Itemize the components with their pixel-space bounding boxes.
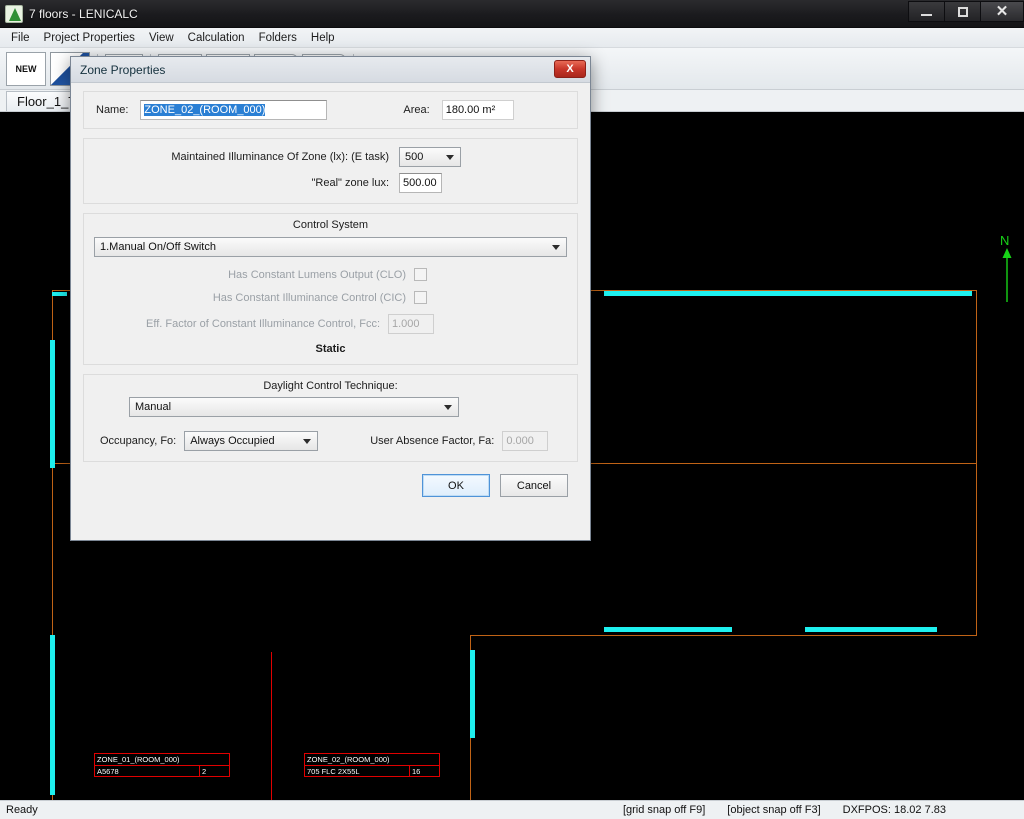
minimize-button[interactable]: [908, 1, 944, 22]
absence-factor-value: 0.000: [506, 435, 534, 447]
menu-item-folders[interactable]: Folders: [252, 30, 304, 46]
new-project-button[interactable]: NEW: [6, 51, 46, 86]
dialog-title-bar: Zone Properties X: [71, 57, 590, 83]
chevron-down-icon: [303, 439, 312, 444]
zone-divider-line: [271, 652, 272, 800]
dialog-button-bar: OK Cancel: [83, 474, 578, 497]
wall-left-lower: [50, 635, 55, 795]
outline-bottom-right: [470, 635, 977, 636]
north-label: N: [1000, 233, 1010, 248]
status-dxfpos: DXFPOS: 18.02 7.83: [842, 804, 946, 816]
real-zone-lux-value: 500.00: [403, 177, 437, 189]
daylight-technique-value: Manual: [135, 401, 172, 413]
control-system-title: Control System: [292, 219, 369, 231]
maximize-restore-button[interactable]: [944, 1, 980, 22]
daylight-title: Daylight Control Technique:: [263, 380, 398, 392]
static-label: Static: [315, 343, 346, 355]
dialog-title: Zone Properties: [80, 62, 166, 77]
cic-label: Has Constant Illuminance Control (CIC): [212, 291, 406, 304]
window-controls: ✕: [908, 0, 1024, 27]
zone-01-luminaire: A5678: [97, 767, 119, 776]
menu-item-view[interactable]: View: [142, 30, 181, 46]
menu-bar: File Project Properties View Calculation…: [0, 28, 1024, 48]
wall-bottom-right-a: [604, 627, 732, 632]
area-label: Area:: [403, 104, 430, 116]
chevron-down-icon: [444, 405, 452, 410]
ok-button[interactable]: OK: [422, 474, 490, 497]
fcc-input: 1.000: [388, 314, 434, 334]
fcc-value: 1.000: [392, 318, 420, 330]
north-arrow-icon: N: [1000, 234, 1015, 302]
menu-item-project-properties[interactable]: Project Properties: [37, 30, 142, 46]
window-title: 7 floors - LENICALC: [29, 6, 138, 21]
wall-top-left-stub: [52, 292, 67, 296]
status-ready: Ready: [6, 804, 38, 816]
wall-left-upper: [50, 340, 55, 468]
zone-02-title: ZONE_02_(ROOM_000): [305, 754, 439, 766]
real-zone-lux-input[interactable]: 500.00: [399, 173, 442, 193]
occupancy-label: Occupancy, Fo:: [100, 435, 177, 447]
cic-checkbox[interactable]: [414, 291, 427, 304]
dialog-close-button[interactable]: X: [554, 60, 586, 78]
name-label: Name:: [96, 104, 129, 116]
wall-mid-vertical: [470, 650, 475, 738]
dialog-body: Name: ZONE_02_(ROOM_000) Area: 180.00 m²…: [71, 83, 590, 507]
occupancy-value: Always Occupied: [190, 435, 275, 447]
daylight-panel: Daylight Control Technique: Manual Occup…: [83, 374, 578, 462]
daylight-technique-select[interactable]: Manual: [129, 397, 459, 417]
triangle-logo-icon: [5, 4, 23, 23]
occupancy-select[interactable]: Always Occupied: [184, 431, 319, 451]
control-system-panel: Control System 1.Manual On/Off Switch Ha…: [83, 213, 578, 365]
absence-factor-label: User Absence Factor, Fa:: [370, 435, 495, 447]
close-window-button[interactable]: ✕: [980, 1, 1024, 22]
fcc-label: Eff. Factor of Constant Illuminance Cont…: [146, 318, 380, 330]
menu-item-help[interactable]: Help: [304, 30, 342, 46]
chevron-down-icon: [446, 155, 454, 160]
cancel-button[interactable]: Cancel: [500, 474, 568, 497]
status-bar: Ready [grid snap off F9] [object snap of…: [0, 800, 1024, 819]
zone-name-input[interactable]: ZONE_02_(ROOM_000): [140, 100, 328, 120]
zone-01-qty: 2: [199, 766, 229, 777]
status-object-snap: [object snap off F3]: [727, 804, 821, 816]
maintained-illuminance-select[interactable]: 500: [399, 147, 461, 167]
menu-item-file[interactable]: File: [4, 30, 37, 46]
zone-02-label[interactable]: ZONE_02_(ROOM_000) 705 FLC 2X55L 16: [304, 753, 440, 777]
maintained-illuminance-value: 500: [405, 151, 424, 163]
control-system-value: 1.Manual On/Off Switch: [100, 241, 216, 253]
zone-01-label[interactable]: ZONE_01_(ROOM_000) A5678 2: [94, 753, 230, 777]
zone-01-title: ZONE_01_(ROOM_000): [95, 754, 229, 766]
wall-bottom-right-b: [805, 627, 937, 632]
clo-label: Has Constant Lumens Output (CLO): [228, 268, 406, 281]
status-grid-snap: [grid snap off F9]: [622, 804, 706, 816]
area-value-field: 180.00 m²: [441, 100, 514, 120]
clo-checkbox[interactable]: [414, 268, 427, 281]
zone-02-luminaire: 705 FLC 2X55L: [307, 767, 360, 776]
maintained-illuminance-label: Maintained Illuminance Of Zone (lx): (E …: [171, 151, 389, 163]
control-system-select[interactable]: 1.Manual On/Off Switch: [94, 237, 567, 257]
wall-top-right: [604, 291, 972, 296]
real-zone-lux-label: "Real" zone lux:: [311, 177, 389, 189]
name-area-panel: Name: ZONE_02_(ROOM_000) Area: 180.00 m²: [83, 91, 578, 129]
title-bar: 7 floors - LENICALC ✕: [0, 0, 1024, 28]
illuminance-panel: Maintained Illuminance Of Zone (lx): (E …: [83, 138, 578, 204]
absence-factor-input: 0.000: [502, 431, 549, 451]
zone-name-value: ZONE_02_(ROOM_000): [144, 104, 266, 116]
zone-02-qty: 16: [409, 766, 439, 777]
menu-item-calculation[interactable]: Calculation: [181, 30, 252, 46]
chevron-down-icon: [552, 245, 560, 250]
zone-properties-dialog: Zone Properties X Name: ZONE_02_(ROOM_00…: [70, 56, 591, 541]
area-value: 180.00 m²: [445, 104, 496, 116]
